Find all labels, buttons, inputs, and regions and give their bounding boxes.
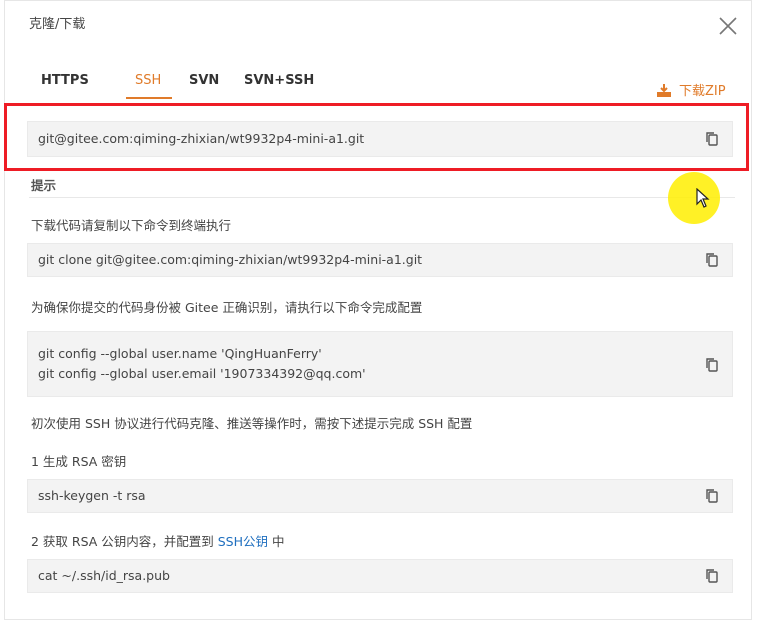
step2-label-prefix: 2 获取 RSA 公钥内容，并配置到: [31, 534, 218, 549]
step1-label: 1 生成 RSA 密钥: [31, 454, 127, 469]
config-label: 为确保你提交的代码身份被 Gitee 正确识别，请执行以下命令完成配置: [31, 300, 423, 315]
config-line-1: git config --global user.name 'QingHuanF…: [38, 346, 322, 361]
active-tab-indicator: [126, 97, 172, 99]
tab-ssh[interactable]: SSH: [135, 73, 161, 88]
step2-label-suffix: 中: [268, 534, 285, 549]
clone-label: 下载代码请复制以下命令到终端执行: [31, 218, 232, 233]
highlight-box: [4, 103, 749, 171]
step2-label: 2 获取 RSA 公钥内容，并配置到 SSH公钥 中: [31, 531, 285, 550]
copy-icon[interactable]: [704, 357, 720, 373]
copy-icon[interactable]: [704, 252, 720, 268]
cursor-highlight: [668, 172, 720, 224]
clone-command-field[interactable]: git clone git@gitee.com:qiming-zhixian/w…: [27, 243, 733, 277]
tip-heading: 提示: [31, 178, 57, 193]
dialog-title: 克隆/下载: [29, 17, 86, 32]
tab-svn-ssh[interactable]: SVN+SSH: [244, 73, 314, 88]
download-icon: [657, 84, 671, 97]
pubkey-command-field[interactable]: cat ~/.ssh/id_rsa.pub: [27, 559, 733, 593]
clone-download-dialog: 克隆/下载 HTTPS SSH SVN SVN+SSH 下载ZIP git@gi…: [4, 0, 752, 620]
download-zip-button[interactable]: 下载ZIP: [657, 80, 726, 99]
divider: [29, 197, 735, 198]
config-command-field[interactable]: git config --global user.name 'QingHuanF…: [27, 331, 733, 397]
keygen-command-text: ssh-keygen -t rsa: [38, 488, 146, 503]
ssh-public-key-link[interactable]: SSH公钥: [218, 534, 268, 549]
tab-https[interactable]: HTTPS: [41, 73, 89, 88]
copy-icon[interactable]: [704, 568, 720, 584]
mouse-cursor-icon: [696, 188, 710, 208]
pubkey-command-text: cat ~/.ssh/id_rsa.pub: [38, 568, 170, 583]
keygen-command-field[interactable]: ssh-keygen -t rsa: [27, 479, 733, 513]
copy-icon[interactable]: [704, 488, 720, 504]
close-icon[interactable]: [717, 15, 739, 37]
clone-command-text: git clone git@gitee.com:qiming-zhixian/w…: [38, 252, 423, 267]
tab-svn[interactable]: SVN: [189, 73, 219, 88]
ssh-intro-text: 初次使用 SSH 协议进行代码克隆、推送等操作时，需按下述提示完成 SSH 配置: [31, 416, 473, 431]
download-zip-label: 下载ZIP: [679, 84, 726, 99]
config-line-2: git config --global user.email '19073343…: [38, 366, 366, 381]
